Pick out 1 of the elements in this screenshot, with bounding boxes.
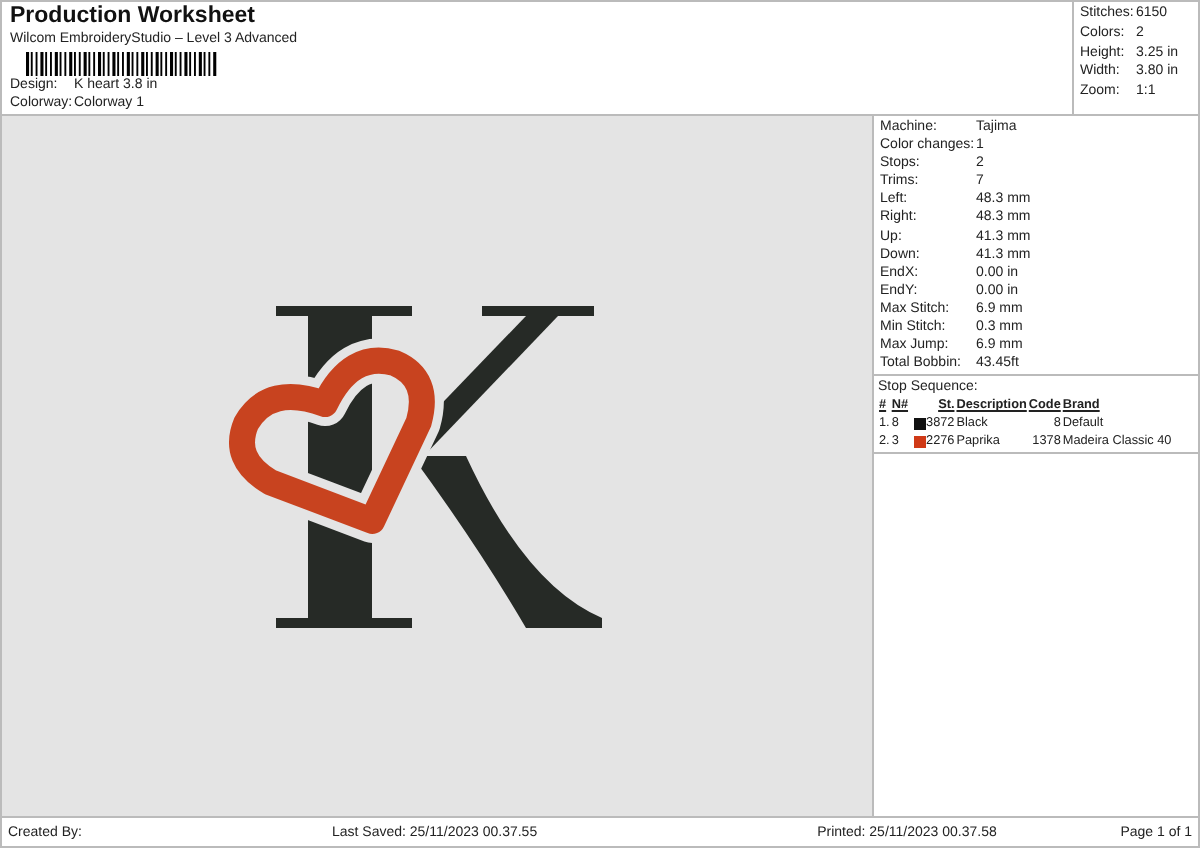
worksheet-title: Production Worksheet — [10, 4, 257, 30]
